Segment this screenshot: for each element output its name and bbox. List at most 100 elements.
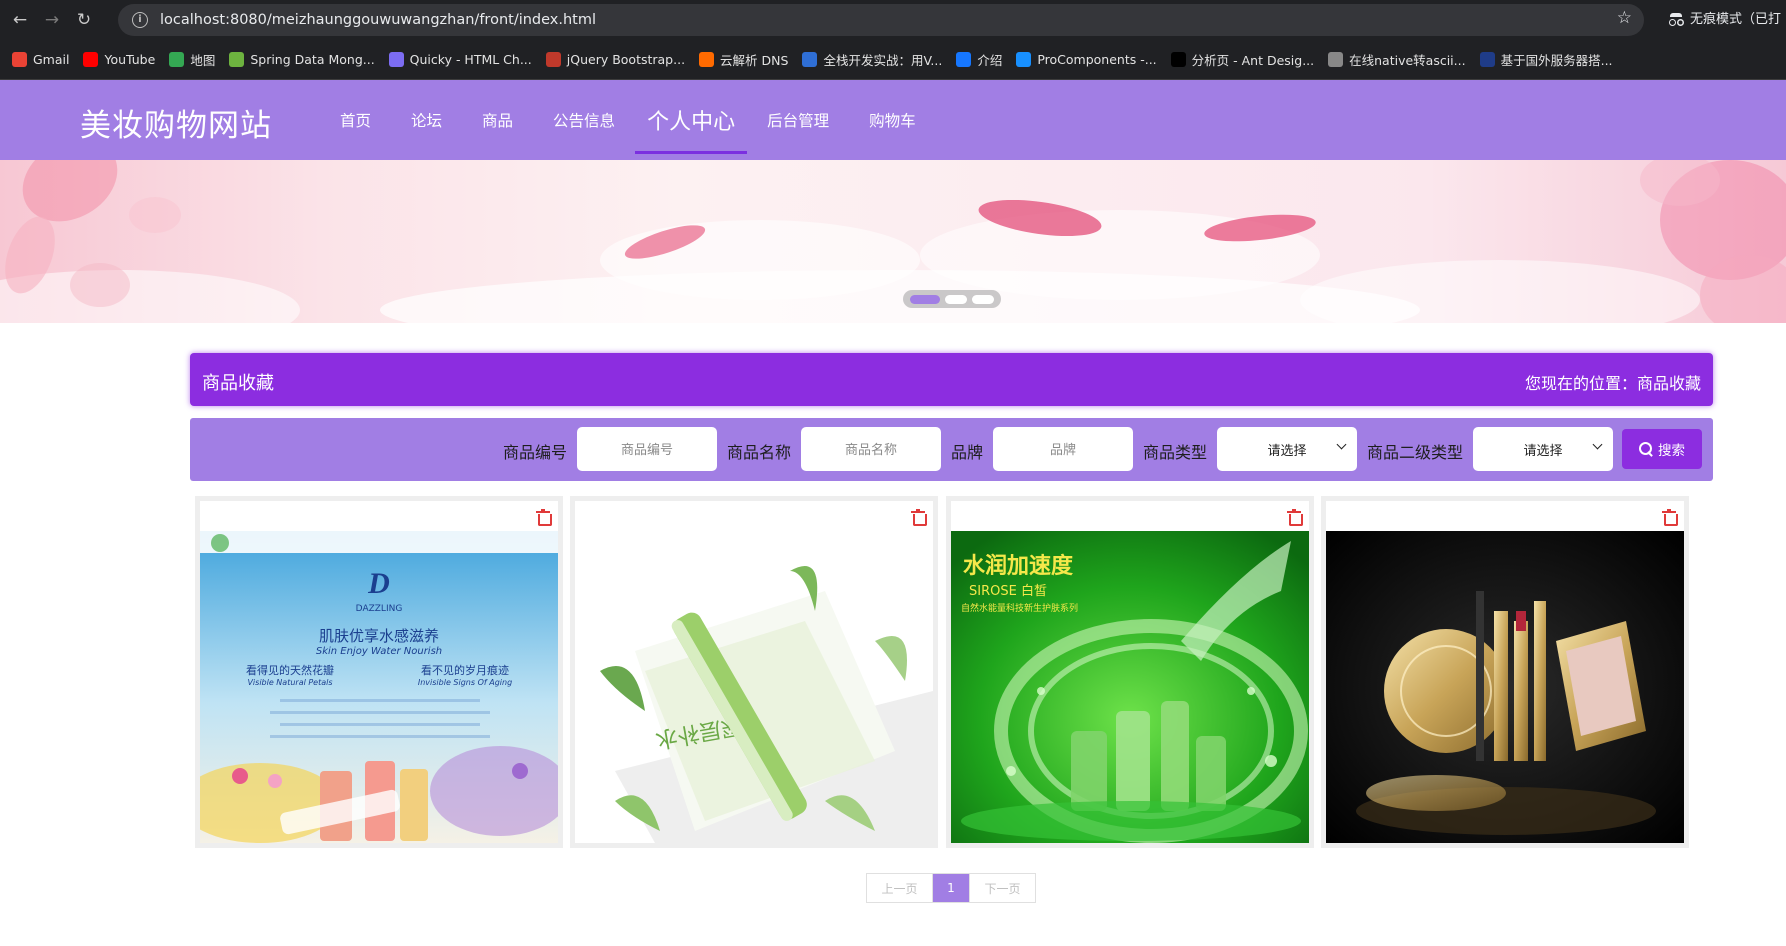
youtube-icon [83, 52, 99, 67]
section-title-bar: 商品收藏 您现在的位置：商品收藏 [190, 353, 1713, 406]
bookmark-item[interactable]: Gmail [12, 52, 69, 67]
card1-subtitle: Skin Enjoy Water Nourish [316, 646, 442, 657]
incognito-indicator[interactable]: 无痕模式（已打 [1668, 8, 1781, 27]
card3-desc: 自然水能量科技新生护肤系列 [961, 602, 1078, 614]
spring-icon [229, 52, 245, 67]
carousel-dot-3[interactable] [972, 294, 994, 304]
card3-sub: SIROSE 白皙 [969, 583, 1047, 599]
bookmark-label: 在线native转ascii... [1349, 53, 1466, 68]
nav-item[interactable]: 公告信息 [533, 80, 635, 160]
card1-headline: 肌肤优享水感滋养 [319, 627, 439, 645]
green-tube-cream-product-image[interactable]: 深层补水 [575, 531, 933, 843]
bookmark-label: jQuery Bootstrap... [566, 52, 686, 67]
next-page-button[interactable]: 下一页 [969, 874, 1035, 902]
trash-icon[interactable] [1662, 509, 1678, 526]
carousel-indicators [903, 290, 1001, 308]
web-icon [1328, 52, 1344, 67]
prev-page-button[interactable]: 上一页 [867, 874, 933, 902]
product-number-label: 商品编号 [503, 443, 568, 462]
reload-icon[interactable]: ↻ [72, 8, 96, 32]
bookmark-item[interactable]: 介绍 [956, 50, 1002, 69]
favorite-product-card[interactable] [1321, 496, 1689, 848]
bookmark-item[interactable]: 云解析 DNS [699, 50, 788, 69]
site-title[interactable]: 美妆购物网站 [80, 100, 272, 145]
flag-icon [1479, 52, 1495, 67]
brand-input[interactable] [993, 427, 1133, 471]
favorite-product-card[interactable]: 水润加速度 SIROSE 白皙 自然水能量科技新生护肤系列 [946, 496, 1314, 848]
bookmarks-bar: Gmail YouTube 地图 Spring Data Mong... Quicky … [0, 40, 1786, 80]
page-number-button[interactable]: 1 [933, 874, 969, 902]
card3-headline: 水润加速度 [963, 553, 1074, 579]
bookmark-label: Gmail [33, 52, 70, 67]
dazzling-skincare-product-image[interactable]: D DAZZLING 肌肤优享水感滋养 Skin Enjoy Water Nou… [200, 531, 558, 843]
trash-icon[interactable] [1287, 509, 1303, 526]
banner-artwork [0, 160, 1786, 323]
site-info-icon[interactable]: i [132, 12, 148, 28]
maps-icon [169, 52, 185, 67]
product-type-label: 商品类型 [1143, 443, 1208, 462]
bookmark-item[interactable]: Spring Data Mong... [229, 52, 375, 67]
bookmark-label: 云解析 DNS [720, 53, 789, 68]
product-name-input[interactable] [801, 427, 941, 471]
bookmark-label: Spring Data Mong... [250, 52, 375, 67]
address-bar[interactable]: i localhost:8080/meizhaunggouwuwangzhan/… [118, 4, 1644, 36]
card1-line3-en: Invisible Signs Of Aging [418, 678, 512, 687]
product-number-input[interactable] [577, 427, 717, 471]
bookmark-label: 介绍 [977, 53, 1003, 68]
bookmark-item[interactable]: 基于国外服务器搭... [1479, 50, 1613, 69]
product-subtype-select[interactable]: 请选择 [1473, 427, 1613, 471]
carousel-dot-2[interactable] [945, 294, 967, 304]
procomponents-icon [1016, 52, 1032, 67]
carousel-dot-1[interactable] [910, 294, 940, 304]
card1-line2: 看得见的天然花瓣 [246, 663, 334, 677]
nav-item[interactable]: 商品 [462, 80, 533, 160]
bookmark-item[interactable]: 在线native转ascii... [1328, 50, 1466, 69]
nav-item[interactable]: 后台管理 [747, 80, 849, 160]
favorite-product-card[interactable]: 深层补水 [570, 496, 938, 848]
jquery-icon [545, 52, 561, 67]
nav-item[interactable]: 论坛 [391, 80, 462, 160]
bookmark-item[interactable]: YouTube [83, 52, 155, 67]
aliyun-icon [699, 52, 715, 67]
search-button[interactable]: 搜索 [1622, 429, 1702, 469]
incognito-icon [1668, 11, 1684, 26]
search-form: 商品编号 商品名称 品牌 商品类型 请选择 商品二级类型 请选择 搜索 [190, 418, 1713, 481]
globe-icon [956, 52, 972, 67]
banner-carousel[interactable] [0, 160, 1786, 323]
quicky-icon [388, 52, 404, 67]
product-type-select[interactable]: 请选择 [1217, 427, 1357, 471]
brand-label: 品牌 [951, 443, 984, 462]
bookmark-item[interactable]: Quicky - HTML Ch... [388, 52, 532, 67]
bookmark-label: 地图 [190, 53, 216, 68]
nav-item[interactable]: 个人中心 [635, 80, 748, 160]
bookmark-item[interactable]: ProComponents -... [1016, 52, 1157, 67]
forward-icon[interactable]: → [40, 8, 64, 32]
bookmark-item[interactable]: 全栈开发实战：用V... [802, 50, 942, 69]
incognito-label: 无痕模式（已打 [1690, 12, 1782, 27]
url-text[interactable]: localhost:8080/meizhaunggouwuwangzhan/fr… [160, 12, 596, 28]
nav-item[interactable]: 首页 [320, 80, 391, 160]
breadcrumb-location: 您现在的位置：商品收藏 [1524, 374, 1701, 393]
bookmark-label: 分析页 - Ant Desig... [1191, 53, 1315, 68]
bookmark-label: 基于国外服务器搭... [1500, 53, 1613, 68]
back-icon[interactable]: ← [8, 8, 32, 32]
pro-icon [1170, 52, 1186, 67]
bookmark-item[interactable]: 地图 [169, 50, 215, 69]
product-type-value: 请选择 [1267, 443, 1307, 459]
site-header: 美妆购物网站 首页 论坛 商品 公告信息 个人中心 后台管理 购物车 [0, 80, 1786, 160]
gold-makeup-set-product-image[interactable] [1326, 531, 1684, 843]
nav-item[interactable]: 购物车 [849, 80, 936, 160]
product-name-label: 商品名称 [727, 443, 792, 462]
bookmark-star-icon[interactable]: ☆ [1617, 8, 1632, 28]
bookmark-item[interactable]: 分析页 - Ant Desig... [1170, 50, 1315, 69]
gmail-icon [12, 52, 27, 67]
bookmark-label: 全栈开发实战：用V... [823, 53, 943, 68]
bookmark-item[interactable]: jQuery Bootstrap... [545, 52, 686, 67]
product-subtype-label: 商品二级类型 [1367, 443, 1464, 462]
favorite-product-card[interactable]: D DAZZLING 肌肤优享水感滋养 Skin Enjoy Water Nou… [195, 496, 563, 848]
trash-icon[interactable] [536, 509, 552, 526]
green-water-splash-product-image[interactable]: 水润加速度 SIROSE 白皙 自然水能量科技新生护肤系列 [951, 531, 1309, 843]
card1-line3: 看不见的岁月痕迹 [421, 663, 509, 677]
card1-brand-text: DAZZLING [356, 604, 403, 614]
trash-icon[interactable] [911, 509, 927, 526]
